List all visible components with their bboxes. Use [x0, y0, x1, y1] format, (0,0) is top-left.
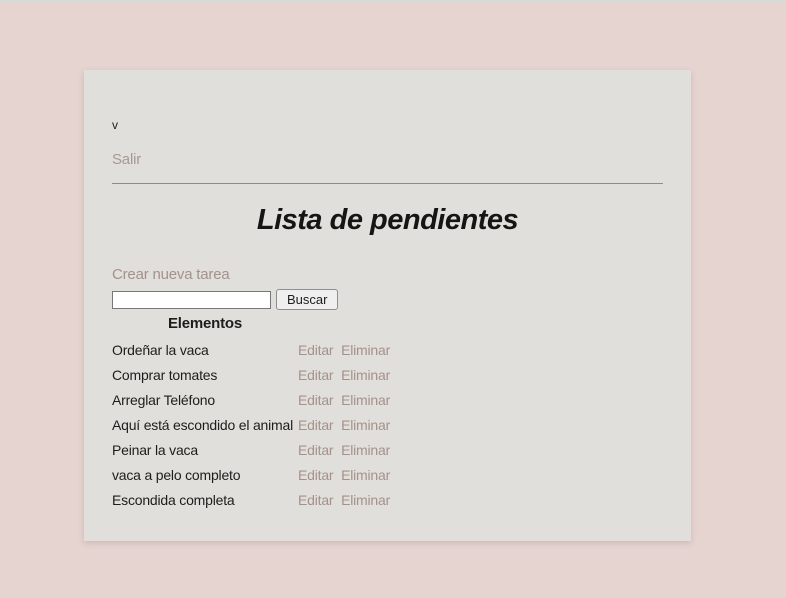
- todo-row: Comprar tomates Editar Eliminar: [112, 363, 663, 388]
- task-name: Escondida completa: [112, 488, 298, 513]
- delete-link[interactable]: Eliminar: [341, 442, 390, 458]
- list-header: Elementos: [112, 316, 298, 332]
- search-input[interactable]: [112, 291, 271, 309]
- page-title: Lista de pendientes: [112, 200, 663, 240]
- task-name: Peinar la vaca: [112, 438, 298, 463]
- search-button[interactable]: Buscar: [276, 289, 338, 310]
- task-name: vaca a pelo completo: [112, 463, 298, 488]
- todo-app-card: v Salir Lista de pendientes Crear nueva …: [84, 70, 691, 541]
- todo-row: Escondida completa Editar Eliminar: [112, 488, 663, 513]
- task-name: Ordeñar la vaca: [112, 338, 298, 363]
- todo-row: Ordeñar la vaca Editar Eliminar: [112, 338, 663, 363]
- task-name: Comprar tomates: [112, 363, 298, 388]
- edit-link[interactable]: Editar: [298, 467, 333, 483]
- delete-link[interactable]: Eliminar: [341, 342, 390, 358]
- edit-link[interactable]: Editar: [298, 442, 333, 458]
- delete-link[interactable]: Eliminar: [341, 392, 390, 408]
- username-text: v: [112, 70, 663, 132]
- row-actions: Editar Eliminar: [298, 388, 390, 413]
- todo-row: Aquí está escondido el animal Editar Eli…: [112, 413, 663, 438]
- row-actions: Editar Eliminar: [298, 488, 390, 513]
- row-actions: Editar Eliminar: [298, 363, 390, 388]
- delete-link[interactable]: Eliminar: [341, 367, 390, 383]
- delete-link[interactable]: Eliminar: [341, 492, 390, 508]
- edit-link[interactable]: Editar: [298, 342, 333, 358]
- edit-link[interactable]: Editar: [298, 367, 333, 383]
- todo-row: Peinar la vaca Editar Eliminar: [112, 438, 663, 463]
- delete-link[interactable]: Eliminar: [341, 417, 390, 433]
- search-form: Buscar: [112, 289, 663, 310]
- header-divider: [112, 183, 663, 184]
- edit-link[interactable]: Editar: [298, 392, 333, 408]
- edit-link[interactable]: Editar: [298, 417, 333, 433]
- row-actions: Editar Eliminar: [298, 338, 390, 363]
- window-top-edge: [0, 0, 786, 3]
- row-actions: Editar Eliminar: [298, 413, 390, 438]
- todo-row: vaca a pelo completo Editar Eliminar: [112, 463, 663, 488]
- task-name: Aquí está escondido el animal: [112, 413, 298, 438]
- row-actions: Editar Eliminar: [298, 463, 390, 488]
- edit-link[interactable]: Editar: [298, 492, 333, 508]
- row-actions: Editar Eliminar: [298, 438, 390, 463]
- todo-list: Ordeñar la vaca Editar Eliminar Comprar …: [112, 338, 663, 513]
- create-task-link[interactable]: Crear nueva tarea: [112, 266, 230, 284]
- delete-link[interactable]: Eliminar: [341, 467, 390, 483]
- todo-row: Arreglar Teléfono Editar Eliminar: [112, 388, 663, 413]
- task-name: Arreglar Teléfono: [112, 388, 298, 413]
- logout-link[interactable]: Salir: [112, 150, 141, 170]
